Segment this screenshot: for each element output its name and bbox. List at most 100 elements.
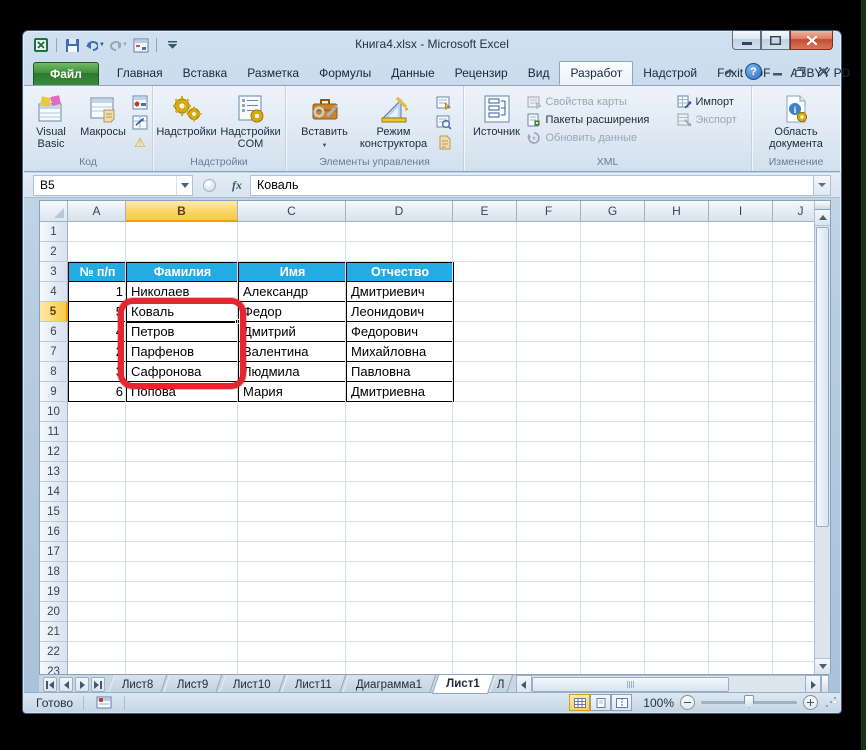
record-macro-icon[interactable] [131,94,149,111]
ribbon-tab-разметка[interactable]: Разметка [237,62,309,85]
horizontal-scroll-thumb[interactable] [531,677,729,692]
column-header-J[interactable]: J [773,201,814,222]
table-cell[interactable]: Людмила [239,362,347,382]
table-header-cell[interactable]: № п/п [68,262,127,282]
relative-references-icon[interactable] [131,114,149,131]
row-header-19[interactable]: 19 [40,582,68,602]
macro-record-icon[interactable] [94,695,114,710]
select-all-corner[interactable] [40,201,68,222]
import-button[interactable]: Импорт [677,95,747,109]
first-sheet-icon[interactable] [43,677,57,692]
ribbon-tab-формулы[interactable]: Формулы [309,62,381,85]
row-header-14[interactable]: 14 [40,482,68,502]
run-dialog-icon[interactable] [435,134,453,151]
ribbon-tab-вставка[interactable]: Вставка [173,62,238,85]
row-header-15[interactable]: 15 [40,502,68,522]
sheet-tab-лист1[interactable]: Лист1 [431,675,494,694]
name-box[interactable]: B5 [33,174,193,196]
ribbon-tab-рецензир[interactable]: Рецензир [445,62,518,85]
row-header-1[interactable]: 1 [40,222,68,242]
ribbon-tab-главная[interactable]: Главная [107,62,173,85]
help-icon[interactable]: ? [745,63,762,80]
column-header-E[interactable]: E [453,201,517,222]
scroll-down-icon[interactable] [815,658,830,674]
row-header-2[interactable]: 2 [40,242,68,262]
prev-sheet-icon[interactable] [59,677,73,692]
expansion-packs-button[interactable]: Пакеты расширения [527,113,673,127]
row-header-23[interactable]: 23 [40,662,68,674]
next-sheet-icon[interactable] [75,677,89,692]
vertical-scrollbar[interactable] [814,201,830,674]
table-cell[interactable]: Леонидович [347,302,454,322]
column-header-D[interactable]: D [346,201,453,222]
row-header-7[interactable]: 7 [40,342,68,362]
table-header-cell[interactable]: Имя [239,262,347,282]
design-mode-button[interactable]: Режим конструктора [355,90,433,150]
column-header-C[interactable]: C [238,201,346,222]
row-header-18[interactable]: 18 [40,562,68,582]
macro-security-icon[interactable]: ⚠ [131,134,149,151]
table-cell[interactable]: Дмитриевна [347,382,454,402]
formula-input[interactable]: Коваль [250,174,813,196]
table-cell[interactable]: Мария [239,382,347,402]
resize-grip[interactable] [824,697,836,709]
table-cell[interactable]: 1 [68,282,127,302]
page-break-view-icon[interactable] [611,694,632,711]
row-header-8[interactable]: 8 [40,362,68,382]
column-header-A[interactable]: A [68,201,126,222]
collapse-ribbon-icon[interactable] [722,64,738,80]
table-header-cell[interactable]: Фамилия [127,262,239,282]
table-cell[interactable]: Михайловна [347,342,454,362]
workbook-close-icon[interactable] [815,64,831,80]
close-button[interactable] [790,31,833,50]
ribbon-tab-разработ[interactable]: Разработ [559,61,634,85]
page-layout-view-icon[interactable] [590,694,611,711]
cell-grid[interactable]: № п/п Фамилия Имя Отчество 1 Николаев Александ… [68,222,829,674]
column-header-B[interactable]: B [126,201,238,222]
insert-function-button[interactable]: fx [224,178,250,193]
row-header-6[interactable]: 6 [40,322,68,342]
table-cell[interactable]: Александр [239,282,347,302]
ribbon-tab-надстрой[interactable]: Надстрой [633,62,707,85]
table-cell[interactable]: Павловна [347,362,454,382]
table-header-cell[interactable]: Отчество [347,262,454,282]
document-panel-button[interactable]: i Область документа [758,90,834,150]
row-header-22[interactable]: 22 [40,642,68,662]
column-header-G[interactable]: G [581,201,645,222]
zoom-level[interactable]: 100% [638,696,674,710]
row-header-11[interactable]: 11 [40,422,68,442]
zoom-slider-thumb[interactable] [744,695,754,708]
normal-view-icon[interactable] [569,694,590,711]
minimize-button[interactable] [732,31,761,50]
visual-basic-button[interactable]: Visual Basic [27,90,75,150]
vertical-scroll-thumb[interactable] [816,227,829,527]
addins-button[interactable]: Надстройки [156,90,217,138]
row-header-10[interactable]: 10 [40,402,68,422]
table-cell[interactable]: Дмитриевич [347,282,454,302]
row-header-21[interactable]: 21 [40,622,68,642]
row-header-12[interactable]: 12 [40,442,68,462]
column-header-F[interactable]: F [517,201,581,222]
last-sheet-icon[interactable] [91,677,105,692]
source-button[interactable]: Источник [469,90,525,138]
properties-icon[interactable] [435,94,453,111]
table-cell[interactable]: Дмитрий [239,322,347,342]
zoom-in-icon[interactable] [803,695,818,710]
row-header-9[interactable]: 9 [40,382,68,402]
zoom-slider[interactable] [701,695,797,708]
row-header-20[interactable]: 20 [40,602,68,622]
insert-control-button[interactable]: Вставить ▼ [297,90,353,152]
table-cell[interactable]: Федор [239,302,347,322]
table-cell[interactable]: Федорович [347,322,454,342]
column-header-H[interactable]: H [645,201,709,222]
name-box-dropdown-icon[interactable] [176,175,192,195]
macros-button[interactable]: Макросы [77,90,129,138]
row-header-4[interactable]: 4 [40,282,68,302]
com-addins-button[interactable]: Надстройки COM [219,90,282,150]
workbook-restore-icon[interactable] [792,64,808,80]
ribbon-tab-файл[interactable]: Файл [33,62,99,85]
table-cell[interactable]: Валентина [239,342,347,362]
expand-formula-bar-button[interactable] [813,174,831,196]
ribbon-tab-вид[interactable]: Вид [518,62,560,85]
view-code-icon[interactable] [435,114,453,131]
